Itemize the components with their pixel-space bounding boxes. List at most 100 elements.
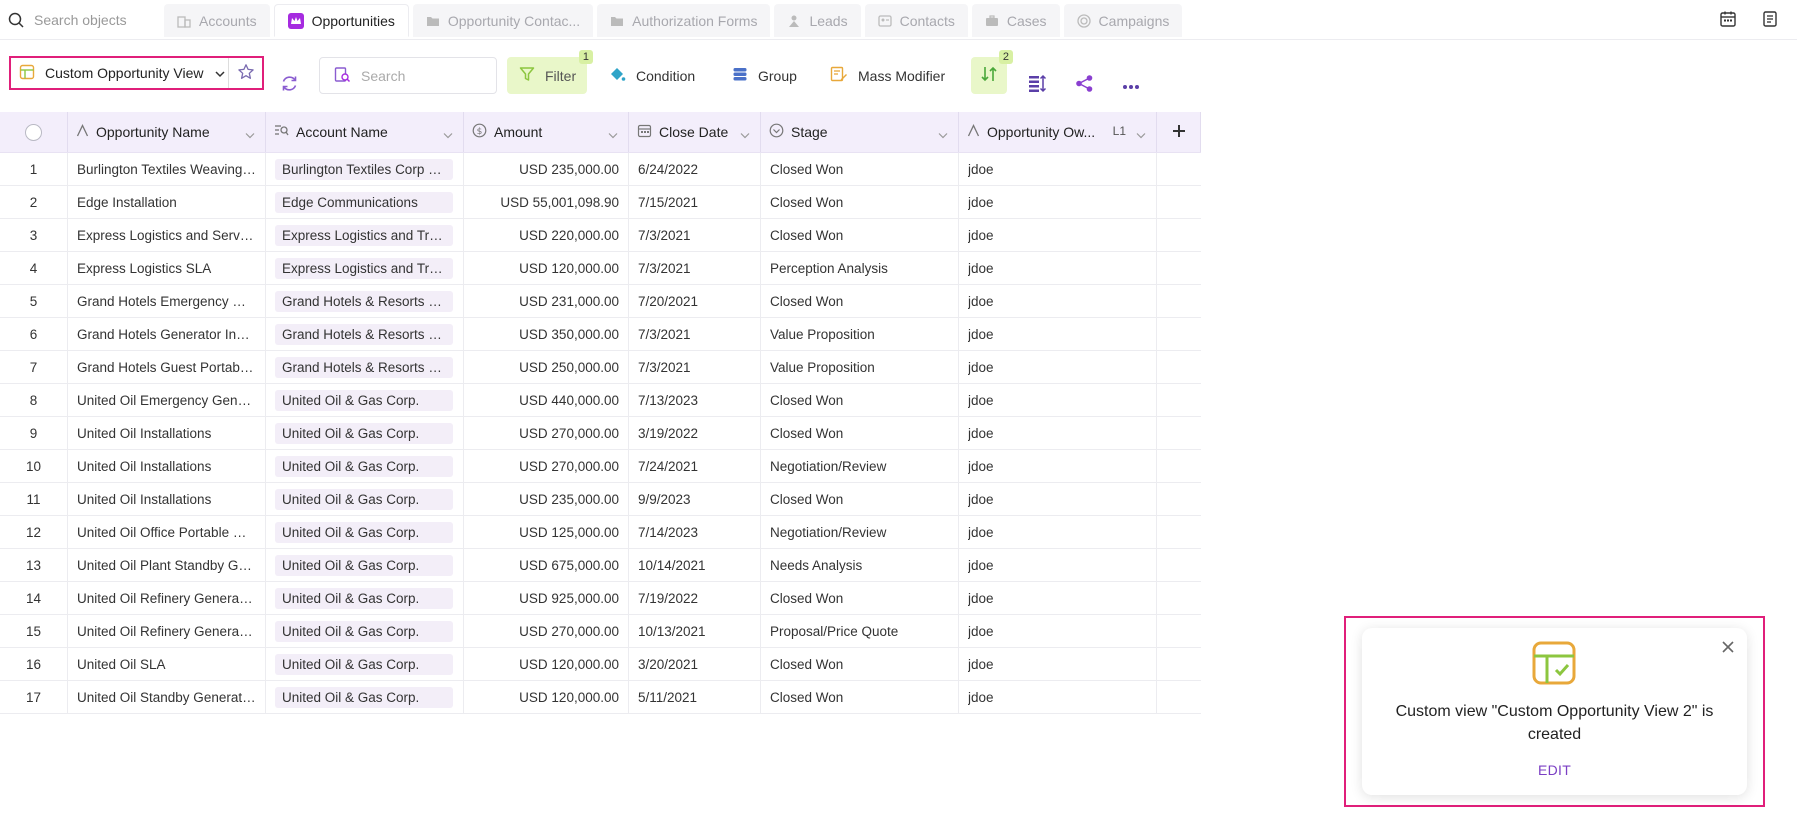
table-row[interactable]: 1 Burlington Textiles Weaving Plant Gener…	[0, 153, 1201, 186]
refresh-button[interactable]	[280, 66, 299, 103]
account-name-cell[interactable]: United Oil & Gas Corp.	[266, 483, 464, 515]
account-name-cell[interactable]: Burlington Textiles Corp of America	[266, 153, 464, 185]
table-row[interactable]: 16 United Oil SLA United Oil & Gas Corp. US…	[0, 648, 1201, 681]
amount-cell[interactable]: USD 270,000.00	[464, 450, 629, 482]
close-date-cell[interactable]: 7/3/2021	[629, 351, 761, 383]
opportunity-name-cell[interactable]: United Oil Installations	[68, 483, 266, 515]
object-search[interactable]: Search objects	[8, 9, 158, 31]
opportunity-name-cell[interactable]: Edge Installation	[68, 186, 266, 218]
account-name-cell[interactable]: Edge Communications	[266, 186, 464, 218]
account-lookup-pill[interactable]: United Oil & Gas Corp.	[275, 686, 453, 708]
owner-cell[interactable]: jdoe	[959, 219, 1157, 251]
account-lookup-pill[interactable]: Grand Hotels & Resorts Ltd	[275, 323, 453, 345]
column-header-stage[interactable]: Stage	[761, 112, 959, 152]
close-date-cell[interactable]: 7/20/2021	[629, 285, 761, 317]
amount-cell[interactable]: USD 235,000.00	[464, 153, 629, 185]
amount-cell[interactable]: USD 675,000.00	[464, 549, 629, 581]
amount-cell[interactable]: USD 120,000.00	[464, 252, 629, 284]
table-row[interactable]: 3 Express Logistics and Services Express L…	[0, 219, 1201, 252]
opportunity-name-cell[interactable]: Burlington Textiles Weaving Plant Genera…	[68, 153, 266, 185]
account-name-cell[interactable]: United Oil & Gas Corp.	[266, 681, 464, 713]
amount-cell[interactable]: USD 270,000.00	[464, 615, 629, 647]
column-header-account-name[interactable]: Account Name	[266, 112, 464, 152]
owner-cell[interactable]: jdoe	[959, 153, 1157, 185]
opportunity-name-cell[interactable]: United Oil Emergency Generators	[68, 384, 266, 416]
owner-cell[interactable]: jdoe	[959, 351, 1157, 383]
owner-cell[interactable]: jdoe	[959, 516, 1157, 548]
account-name-cell[interactable]: United Oil & Gas Corp.	[266, 648, 464, 680]
table-row[interactable]: 7 Grand Hotels Guest Portable Generators G…	[0, 351, 1201, 384]
tab-campaigns[interactable]: Campaigns	[1063, 4, 1183, 37]
close-date-cell[interactable]: 6/24/2022	[629, 153, 761, 185]
table-row[interactable]: 4 Express Logistics SLA Express Logistics …	[0, 252, 1201, 285]
notes-icon[interactable]	[1761, 10, 1779, 31]
amount-cell[interactable]: USD 350,000.00	[464, 318, 629, 350]
table-row[interactable]: 5 Grand Hotels Emergency Generators Grand …	[0, 285, 1201, 318]
owner-cell[interactable]: jdoe	[959, 252, 1157, 284]
mass-modifier-button[interactable]: Mass Modifier	[830, 57, 945, 94]
chevron-down-icon[interactable]	[740, 126, 750, 142]
account-name-cell[interactable]: United Oil & Gas Corp.	[266, 417, 464, 449]
amount-cell[interactable]: USD 55,001,098.90	[464, 186, 629, 218]
owner-cell[interactable]: jdoe	[959, 582, 1157, 614]
amount-cell[interactable]: USD 125,000.00	[464, 516, 629, 548]
stage-cell[interactable]: Negotiation/Review	[761, 516, 959, 548]
tab-contacts[interactable]: Contacts	[864, 4, 968, 37]
stage-cell[interactable]: Closed Won	[761, 219, 959, 251]
owner-cell[interactable]: jdoe	[959, 384, 1157, 416]
amount-cell[interactable]: USD 235,000.00	[464, 483, 629, 515]
table-row[interactable]: 11 United Oil Installations United Oil & G…	[0, 483, 1201, 516]
owner-cell[interactable]: jdoe	[959, 615, 1157, 647]
table-row[interactable]: 15 United Oil Refinery Generators United O…	[0, 615, 1201, 648]
amount-cell[interactable]: USD 120,000.00	[464, 681, 629, 713]
account-name-cell[interactable]: Grand Hotels & Resorts Ltd	[266, 285, 464, 317]
opportunity-name-cell[interactable]: United Oil Standby Generators	[68, 681, 266, 713]
sort-button[interactable]: 2	[971, 50, 1013, 94]
close-date-cell[interactable]: 7/24/2021	[629, 450, 761, 482]
close-date-cell[interactable]: 7/3/2021	[629, 252, 761, 284]
table-row[interactable]: 8 United Oil Emergency Generators United O…	[0, 384, 1201, 417]
table-row[interactable]: 12 United Oil Office Portable Generators U…	[0, 516, 1201, 549]
stage-cell[interactable]: Closed Won	[761, 384, 959, 416]
owner-cell[interactable]: jdoe	[959, 318, 1157, 350]
account-lookup-pill[interactable]: United Oil & Gas Corp.	[275, 455, 453, 477]
chevron-down-icon[interactable]	[245, 126, 255, 142]
amount-cell[interactable]: USD 925,000.00	[464, 582, 629, 614]
add-column-button[interactable]	[1157, 112, 1201, 152]
close-date-cell[interactable]: 3/19/2022	[629, 417, 761, 449]
owner-cell[interactable]: jdoe	[959, 186, 1157, 218]
account-lookup-pill[interactable]: United Oil & Gas Corp.	[275, 554, 453, 576]
account-lookup-pill[interactable]: United Oil & Gas Corp.	[275, 653, 453, 675]
close-date-cell[interactable]: 10/14/2021	[629, 549, 761, 581]
stage-cell[interactable]: Value Proposition	[761, 318, 959, 350]
chevron-down-icon[interactable]	[1136, 126, 1146, 142]
owner-cell[interactable]: jdoe	[959, 285, 1157, 317]
table-row[interactable]: 6 Grand Hotels Generator Installations Gra…	[0, 318, 1201, 351]
opportunity-name-cell[interactable]: Express Logistics and Services	[68, 219, 266, 251]
account-name-cell[interactable]: Grand Hotels & Resorts Ltd	[266, 351, 464, 383]
account-lookup-pill[interactable]: United Oil & Gas Corp.	[275, 422, 453, 444]
owner-cell[interactable]: jdoe	[959, 681, 1157, 713]
close-date-cell[interactable]: 9/9/2023	[629, 483, 761, 515]
stage-cell[interactable]: Closed Won	[761, 153, 959, 185]
stage-cell[interactable]: Closed Won	[761, 186, 959, 218]
column-header-opportunity-owner[interactable]: Opportunity Ow... L1	[959, 112, 1157, 152]
account-name-cell[interactable]: Express Logistics and Transport	[266, 252, 464, 284]
tab-opportunities[interactable]: Opportunities	[273, 4, 409, 37]
favorite-view-button[interactable]	[229, 58, 262, 88]
table-row[interactable]: 10 United Oil Installations United Oil & G…	[0, 450, 1201, 483]
opportunity-name-cell[interactable]: Grand Hotels Guest Portable Generators	[68, 351, 266, 383]
close-icon[interactable]	[1721, 640, 1735, 657]
tab-cases[interactable]: Cases	[971, 4, 1060, 37]
account-name-cell[interactable]: United Oil & Gas Corp.	[266, 615, 464, 647]
table-row[interactable]: 13 United Oil Plant Standby Generators Uni…	[0, 549, 1201, 582]
stage-cell[interactable]: Closed Won	[761, 648, 959, 680]
account-lookup-pill[interactable]: Grand Hotels & Resorts Ltd	[275, 356, 453, 378]
close-date-cell[interactable]: 7/3/2021	[629, 318, 761, 350]
stage-cell[interactable]: Closed Won	[761, 417, 959, 449]
account-lookup-pill[interactable]: United Oil & Gas Corp.	[275, 488, 453, 510]
chevron-down-icon[interactable]	[608, 126, 618, 142]
chevron-down-icon[interactable]	[443, 126, 453, 142]
account-name-cell[interactable]: United Oil & Gas Corp.	[266, 549, 464, 581]
close-date-cell[interactable]: 7/19/2022	[629, 582, 761, 614]
